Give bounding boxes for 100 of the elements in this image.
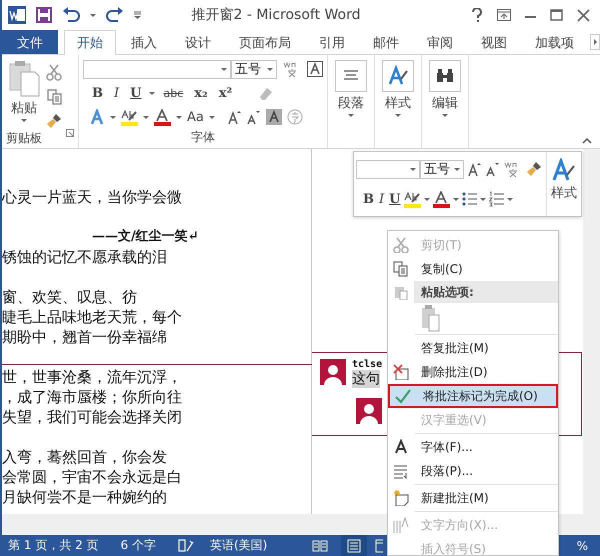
paragraph-button[interactable]: 段落 [333,58,369,119]
letter-a-icon [393,439,409,455]
caret-icon[interactable] [149,92,156,94]
document-text-line: 心灵一片蓝天，当你学会微 [2,187,182,207]
ribbon-tab[interactable]: 开始 [64,30,116,55]
find-button[interactable]: 编辑 [427,58,463,119]
change-case-button[interactable]: Aa [187,110,204,124]
shrink-font-icon[interactable] [246,110,261,124]
caret-icon[interactable] [90,14,96,16]
caret-icon[interactable] [424,198,430,200]
menu-item[interactable]: 答复批注(M) [388,336,558,360]
italic-button[interactable]: I [378,192,386,206]
undo-icon[interactable] [62,7,80,23]
collapse-ribbon-icon[interactable] [582,137,592,144]
styles-button[interactable]: 样式 [549,156,579,204]
menu-item[interactable]: 删除批注(D) [388,360,558,384]
font-name-field[interactable] [356,160,420,178]
shrink-font-icon[interactable] [486,162,500,176]
character-border-icon[interactable] [307,61,323,77]
zoom-level[interactable]: % [576,538,588,552]
customize-icon[interactable] [134,11,141,19]
redo-icon[interactable] [106,7,124,23]
character-shading-icon[interactable] [266,109,282,125]
word-logo-icon[interactable] [8,6,26,24]
help-icon[interactable] [471,8,483,22]
caret-icon[interactable] [507,198,514,200]
caret-icon [442,114,448,117]
page-count[interactable]: 第 1 页，共 2 页 [8,537,99,554]
font-size-field[interactable]: 五号 [231,60,277,78]
caret-icon [454,168,460,170]
caret-icon[interactable] [176,116,182,118]
file-tab[interactable]: 文件 [2,30,58,54]
menu-item[interactable]: 将批注标记为完成(O) [388,384,558,408]
styles-icon [382,60,414,92]
word-count[interactable]: 6 个字 [120,537,156,554]
grow-font-icon[interactable] [228,110,242,124]
underline-button[interactable]: U [388,192,402,206]
print-layout-button[interactable] [341,535,368,556]
underline-button[interactable]: U [127,86,144,100]
document-text-line: 月缺何尝不是一种婉约的 [2,487,167,507]
paste-button[interactable]: 粘贴 [6,58,42,129]
document-text-line: ，成了海市蜃楼；你所向往 [2,387,182,407]
new-comment-icon [393,490,409,506]
italic-button[interactable]: I [111,86,122,100]
document-text-line: 期盼中，翘首一份幸福绵 [2,327,167,347]
avatar-icon [320,359,346,385]
bold-button[interactable]: B [89,86,106,100]
document-text-line: 睫毛上品味地老天荒，每个 [2,307,182,327]
copy-icon[interactable] [46,89,62,105]
caret-icon [267,68,273,70]
menu-item[interactable]: 新建批注(M) [388,486,558,510]
highlight-icon[interactable] [121,108,138,126]
caret-icon [410,168,416,170]
caret-icon[interactable] [453,198,460,200]
caret-icon[interactable] [208,116,215,118]
cut-icon[interactable] [46,64,62,81]
styles-button[interactable]: 样式 [380,58,416,119]
menu-item[interactable]: 字体(F)... [388,435,558,459]
superscript-button[interactable]: x² [216,86,236,100]
delete-comment-icon [393,364,409,380]
caret-icon[interactable] [110,116,116,118]
paintbrush-icon[interactable] [46,113,62,129]
text-direction-icon [393,517,409,533]
menu-section-header: 粘贴选项: [414,281,558,303]
font-size-field[interactable]: 五号 [420,160,464,178]
highlight-icon[interactable] [404,190,422,208]
numbering-icon[interactable] [489,191,504,207]
caret-icon[interactable] [480,198,486,200]
text-effects-icon[interactable] [89,109,105,125]
caret-icon[interactable] [143,116,149,118]
document-text-line: 会常圆，宇宙不会永远是白 [2,467,182,487]
font-color-icon[interactable] [154,108,171,126]
language-indicator[interactable]: 英语(美国) [210,537,268,554]
caret-icon[interactable] [21,119,27,122]
paragraph-icon [393,463,409,479]
menu-item[interactable]: 复制(C) [388,257,558,281]
font-color-icon[interactable] [433,190,450,208]
vertical-scrollbar[interactable] [583,149,600,514]
document-text-line: 锈蚀的记忆不愿承载的泪 [2,247,167,267]
clipboard-icon [8,60,40,97]
close-icon[interactable] [577,8,590,22]
bold-button[interactable]: B [362,192,375,206]
scroll-right-icon[interactable] [590,34,600,50]
cut-icon [393,237,409,253]
maximize-icon[interactable] [550,9,563,21]
subscript-button[interactable]: x₂ [191,86,211,100]
comment-text: 这句 [352,370,380,388]
paintbrush-icon[interactable] [526,161,542,177]
read-view-icon [312,538,328,552]
caret-icon [348,114,354,117]
menu-item[interactable]: 段落(P)... [388,459,558,483]
caret-icon [221,68,227,70]
group-label: 剪贴板 [6,130,42,147]
save-icon[interactable] [36,7,52,23]
bullets-icon[interactable] [462,191,478,207]
ribbon-display-icon[interactable] [497,9,511,21]
grow-font-icon[interactable] [468,162,482,176]
strikethrough-button[interactable]: abc [160,86,186,100]
font-name-field[interactable] [83,60,231,78]
proofing-icon[interactable] [178,538,194,552]
